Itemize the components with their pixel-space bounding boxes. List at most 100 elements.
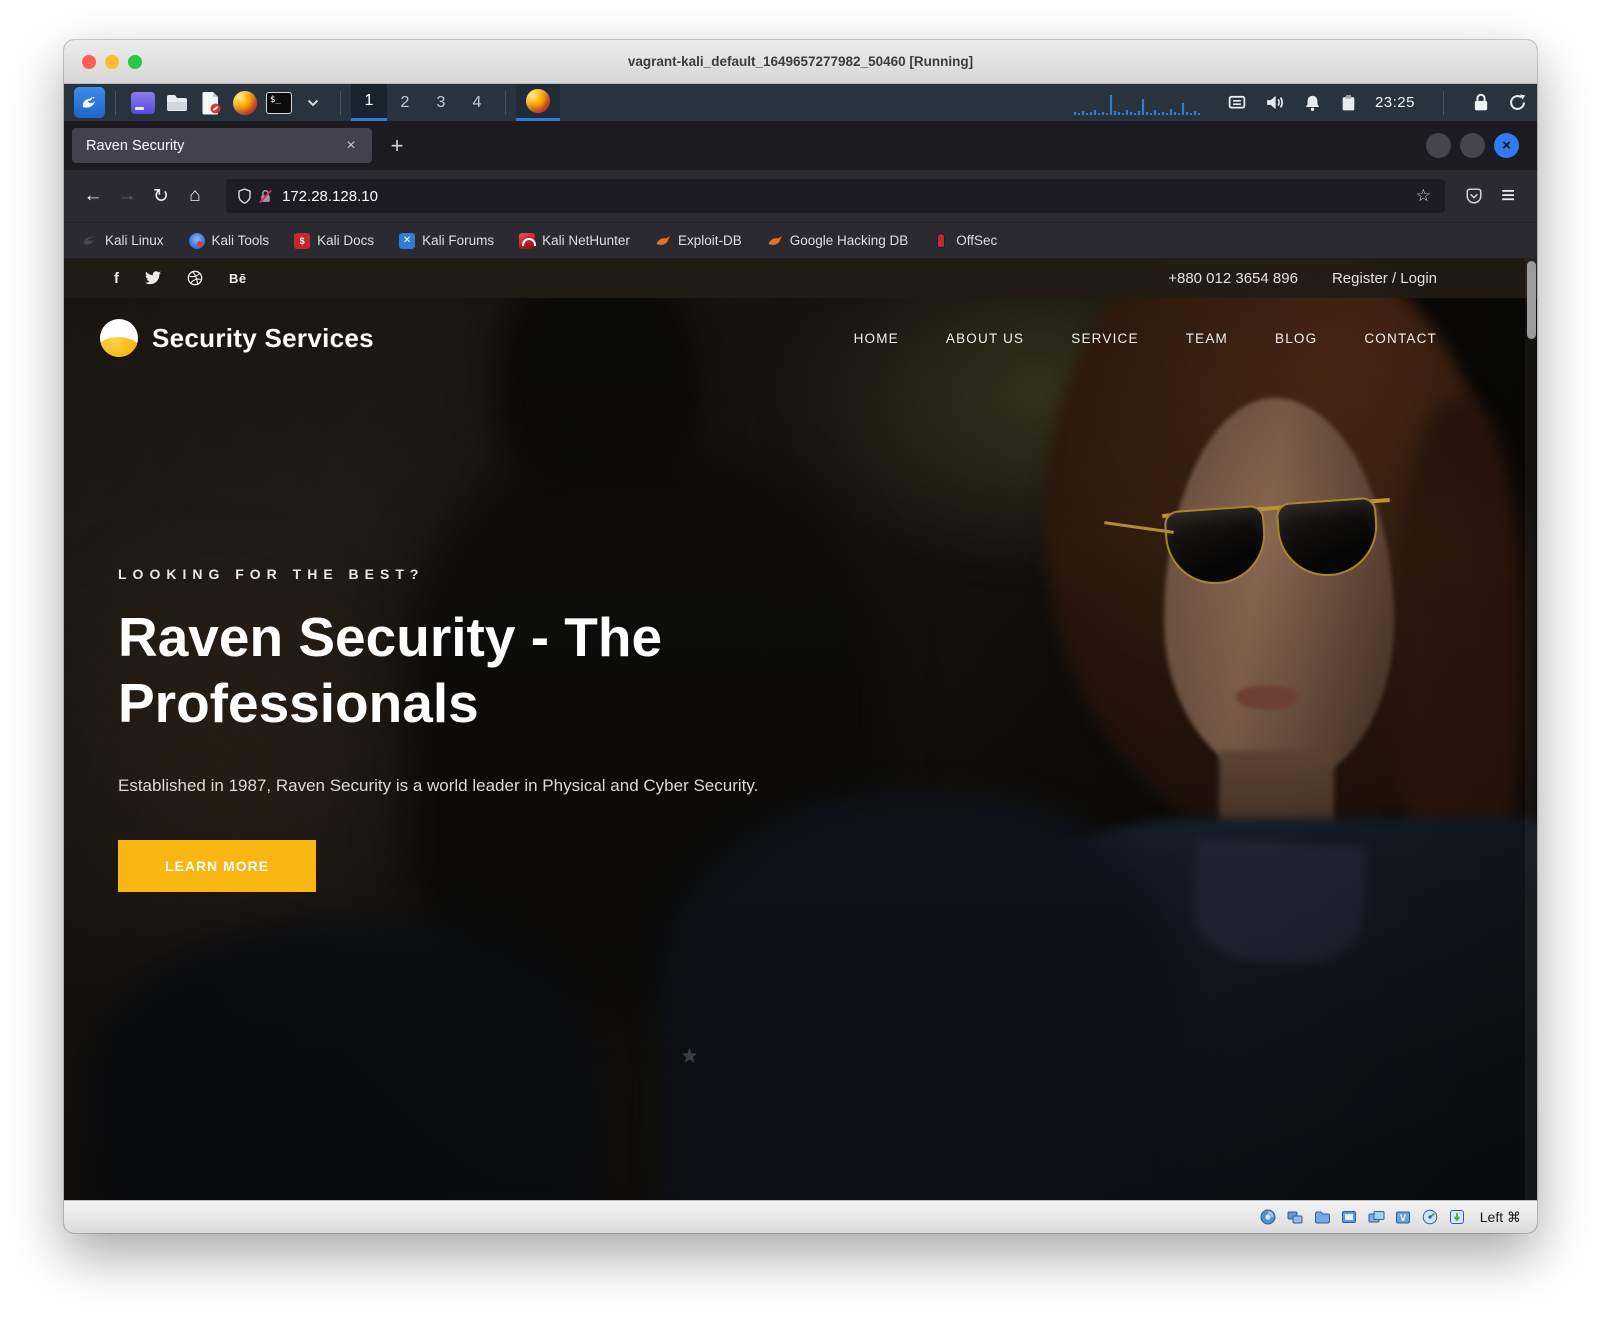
twitter-link[interactable] — [145, 271, 161, 285]
behance-link[interactable]: Bē — [229, 271, 247, 286]
register-login-link[interactable]: Register / Login — [1332, 270, 1437, 287]
site-logo[interactable]: Security Services — [100, 319, 374, 357]
nav-blog[interactable]: BLOG — [1275, 331, 1317, 346]
site-header: Security Services HOME ABOUT US SERVICE … — [64, 298, 1537, 378]
display-icon — [1341, 1210, 1357, 1225]
clipboard-icon — [1340, 94, 1357, 112]
shield-icon[interactable] — [236, 188, 253, 205]
bookmark-kali-linux[interactable]: Kali Linux — [82, 233, 164, 249]
logout-button[interactable] — [1508, 93, 1527, 112]
vbox-hard-disk-status[interactable] — [1260, 1209, 1277, 1226]
brand-name: Security Services — [152, 323, 374, 354]
panel-separator — [505, 91, 506, 115]
bookmark-label: Google Hacking DB — [790, 233, 909, 248]
browser-close-button[interactable]: × — [1494, 133, 1519, 158]
browser-maximize-button[interactable] — [1460, 133, 1485, 158]
panel-separator — [115, 91, 116, 115]
forward-button[interactable]: → — [110, 179, 144, 213]
scrollbar-thumb[interactable] — [1527, 261, 1536, 339]
vbox-display-status[interactable] — [1341, 1209, 1358, 1226]
bookmark-google-hacking-db[interactable]: Google Hacking DB — [767, 233, 909, 249]
panel-clock[interactable]: 23:25 — [1375, 94, 1415, 111]
offsec-icon — [933, 233, 949, 249]
screen-lock[interactable] — [1472, 93, 1490, 112]
firefox-toolbar: ← → ↻ ⌂ 172.28.128.10 ☆ ≡ — [64, 170, 1537, 222]
nav-contact[interactable]: CONTACT — [1364, 331, 1437, 346]
bookmark-kali-forums[interactable]: ✕ Kali Forums — [399, 233, 494, 249]
nav-team[interactable]: TEAM — [1186, 331, 1228, 346]
window-controls: × — [1426, 133, 1529, 158]
learn-more-button[interactable]: LEARN MORE — [118, 840, 316, 892]
workspace-2[interactable]: 2 — [387, 84, 423, 121]
home-button[interactable]: ⌂ — [178, 179, 212, 213]
workspace-4[interactable]: 4 — [459, 84, 495, 121]
mouse-integration-icon — [1449, 1209, 1465, 1225]
hero-subtitle: Established in 1987, Raven Security is a… — [118, 776, 878, 796]
url-text[interactable]: 172.28.128.10 — [282, 188, 1412, 205]
tab-close-button[interactable]: × — [340, 135, 362, 157]
shared-folder-icon — [1314, 1210, 1331, 1225]
text-editor-launcher[interactable] — [194, 87, 228, 118]
bookmark-kali-tools[interactable]: Kali Tools — [189, 233, 270, 249]
reload-button[interactable]: ↻ — [144, 179, 178, 213]
bookmark-kali-nethunter[interactable]: Kali NetHunter — [519, 233, 630, 249]
new-tab-button[interactable]: + — [380, 129, 414, 163]
facebook-link[interactable]: f — [114, 270, 119, 287]
behance-icon: Bē — [229, 271, 247, 286]
nav-about-us[interactable]: ABOUT US — [946, 331, 1024, 346]
host-key-indicator: Left ⌘ — [1480, 1209, 1521, 1226]
menu-button[interactable]: ≡ — [1491, 179, 1525, 213]
nav-service[interactable]: SERVICE — [1071, 331, 1138, 346]
close-window-button[interactable] — [82, 55, 96, 69]
back-button[interactable]: ← — [76, 179, 110, 213]
network-status[interactable] — [1227, 94, 1247, 111]
bookmark-kali-docs[interactable]: $ Kali Docs — [294, 233, 374, 249]
tab-raven-security[interactable]: Raven Security × — [72, 128, 372, 163]
hard-disk-icon — [1260, 1209, 1276, 1225]
workspace-label: 4 — [473, 94, 482, 112]
pocket-button[interactable] — [1457, 179, 1491, 213]
workspace-1[interactable]: 1 — [351, 84, 387, 121]
vbox-network-status[interactable] — [1287, 1209, 1304, 1226]
insecure-lock-icon[interactable] — [257, 188, 274, 205]
window-app-icon — [131, 92, 155, 114]
folder-icon — [165, 93, 189, 113]
phone-number[interactable]: +880 012 3654 896 — [1168, 270, 1298, 287]
clipboard-manager[interactable] — [1340, 94, 1357, 112]
virtualbox-status-bar: V Left ⌘ — [64, 1200, 1537, 1233]
kali-tools-icon — [189, 233, 205, 249]
file-manager-launcher[interactable] — [160, 87, 194, 118]
virtualbox-vm-window: vagrant-kali_default_1649657277982_50460… — [64, 40, 1537, 1233]
vbox-mouse-integration-status[interactable] — [1449, 1209, 1466, 1226]
tab-title: Raven Security — [86, 138, 340, 154]
notifications[interactable] — [1303, 94, 1322, 112]
dribbble-link[interactable] — [187, 270, 203, 286]
workspace-3[interactable]: 3 — [423, 84, 459, 121]
workspace-label: 2 — [401, 94, 410, 112]
workspace-label: 1 — [365, 92, 374, 110]
page-scrollbar[interactable] — [1525, 258, 1537, 1200]
zoom-window-button[interactable] — [128, 55, 142, 69]
taskbar-firefox-window[interactable] — [516, 84, 560, 121]
bookmark-offsec[interactable]: OffSec — [933, 233, 997, 249]
browser-minimize-button[interactable] — [1426, 133, 1451, 158]
terminal-launcher[interactable]: $_ — [262, 87, 296, 118]
lock-icon — [1472, 93, 1490, 112]
bookmark-exploit-db[interactable]: Exploit-DB — [655, 233, 742, 249]
kali-panel: $_ 1 2 3 4 — [64, 84, 1537, 121]
url-bar[interactable]: 172.28.128.10 ☆ — [226, 179, 1445, 213]
launcher-dropdown[interactable] — [296, 87, 330, 118]
nav-home[interactable]: HOME — [854, 331, 899, 346]
bookmark-star-icon[interactable]: ☆ — [1412, 186, 1435, 206]
kali-menu-button[interactable] — [74, 87, 105, 118]
kali-linux-icon — [82, 233, 98, 249]
app-launcher-window[interactable] — [126, 87, 160, 118]
vbox-seamless-status[interactable] — [1368, 1209, 1385, 1226]
vbox-features-status[interactable] — [1422, 1209, 1439, 1226]
vbox-shared-folders-status[interactable] — [1314, 1209, 1331, 1226]
minimize-window-button[interactable] — [105, 55, 119, 69]
volume-control[interactable] — [1265, 94, 1285, 111]
firefox-launcher[interactable] — [228, 87, 262, 118]
vbox-recording-status[interactable]: V — [1395, 1209, 1412, 1226]
kali-nethunter-icon — [519, 233, 535, 249]
